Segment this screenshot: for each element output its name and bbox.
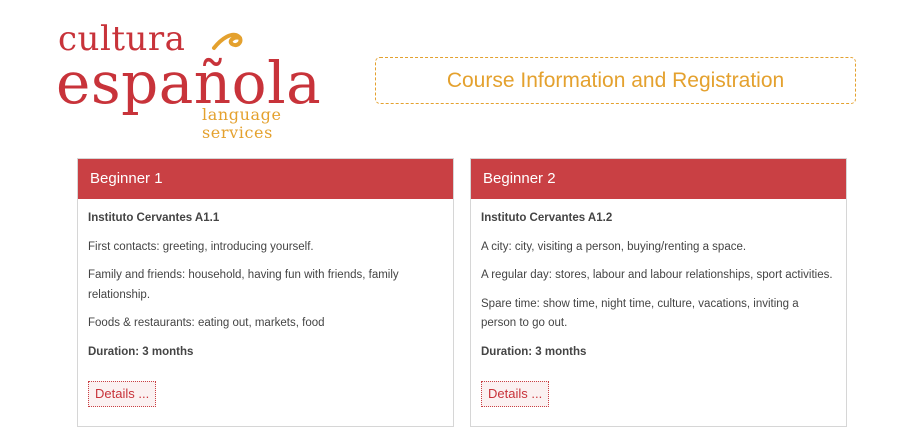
course-institute: Instituto Cervantes A1.1 [88,212,220,224]
logo-subtitle: language services [202,105,282,142]
course-topic: Foods & restaurants: eating out, markets… [88,317,325,329]
course-institute: Instituto Cervantes A1.2 [481,212,613,224]
page: cultura española language services Cours… [0,0,920,445]
course-duration: Duration: 3 months [481,345,587,358]
course-duration: Duration: 3 months [88,345,194,358]
course-card-body: Instituto Cervantes A1.2 A city: city, v… [471,199,846,362]
logo[interactable]: cultura española language services [56,22,356,142]
details-button[interactable]: Details ... [481,381,550,407]
course-card-title: Beginner 1 [78,159,453,199]
logo-main-text: española [56,49,322,117]
details-button[interactable]: Details ... [88,381,157,407]
course-card-body: Instituto Cervantes A1.1 First contacts:… [78,199,453,362]
course-card-beginner-1: Beginner 1 Instituto Cervantes A1.1 Firs… [77,158,454,427]
course-topic: Spare time: show time, night time, cultu… [481,297,799,330]
course-topic: First contacts: greeting, introducing yo… [88,240,314,253]
course-card-title: Beginner 2 [471,159,846,199]
course-topic: A regular day: stores, labour and labour… [481,269,833,281]
course-topic: Family and friends: household, having fu… [88,269,399,301]
page-title-box: Course Information and Registration [375,57,856,104]
course-card-beginner-2: Beginner 2 Instituto Cervantes A1.2 A ci… [470,158,847,427]
page-title: Course Information and Registration [446,68,785,92]
course-topic: A city: city, visiting a person, buying/… [481,240,747,253]
